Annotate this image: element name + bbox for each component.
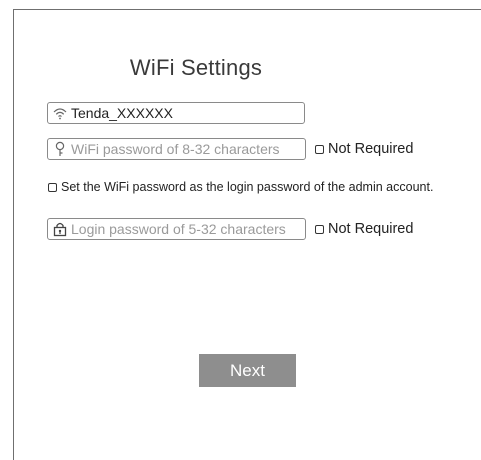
wifi-name-input[interactable]: Tenda_XXXXXX [47, 102, 305, 124]
same-password-checkbox[interactable]: Set the WiFi password as the login passw… [48, 180, 433, 194]
checkbox-box[interactable] [315, 224, 324, 234]
login-not-required-label: Not Required [328, 221, 414, 237]
wifi-not-required-label: Not Required [328, 141, 414, 157]
wifi-name-value: Tenda_XXXXXX [71, 105, 173, 121]
checkbox-box[interactable] [315, 144, 324, 154]
login-password-not-required-checkbox[interactable]: Not Required [315, 221, 413, 237]
page-title: WiFi Settings [129, 55, 263, 80]
lock-icon [53, 222, 67, 237]
wifi-password-input[interactable]: WiFi password of 8-32 characters [47, 138, 306, 160]
next-button[interactable]: Next [199, 354, 296, 387]
checkbox-box[interactable] [48, 182, 57, 192]
wifi-password-not-required-checkbox[interactable]: Not Required [315, 141, 413, 157]
wifi-password-placeholder: WiFi password of 8-32 characters [71, 141, 280, 157]
key-icon [55, 141, 65, 156]
wifi-icon [53, 108, 67, 120]
login-password-placeholder: Login password of 5-32 characters [71, 221, 286, 237]
login-password-input[interactable]: Login password of 5-32 characters [47, 218, 306, 240]
same-password-label: Set the WiFi password as the login passw… [61, 180, 434, 194]
